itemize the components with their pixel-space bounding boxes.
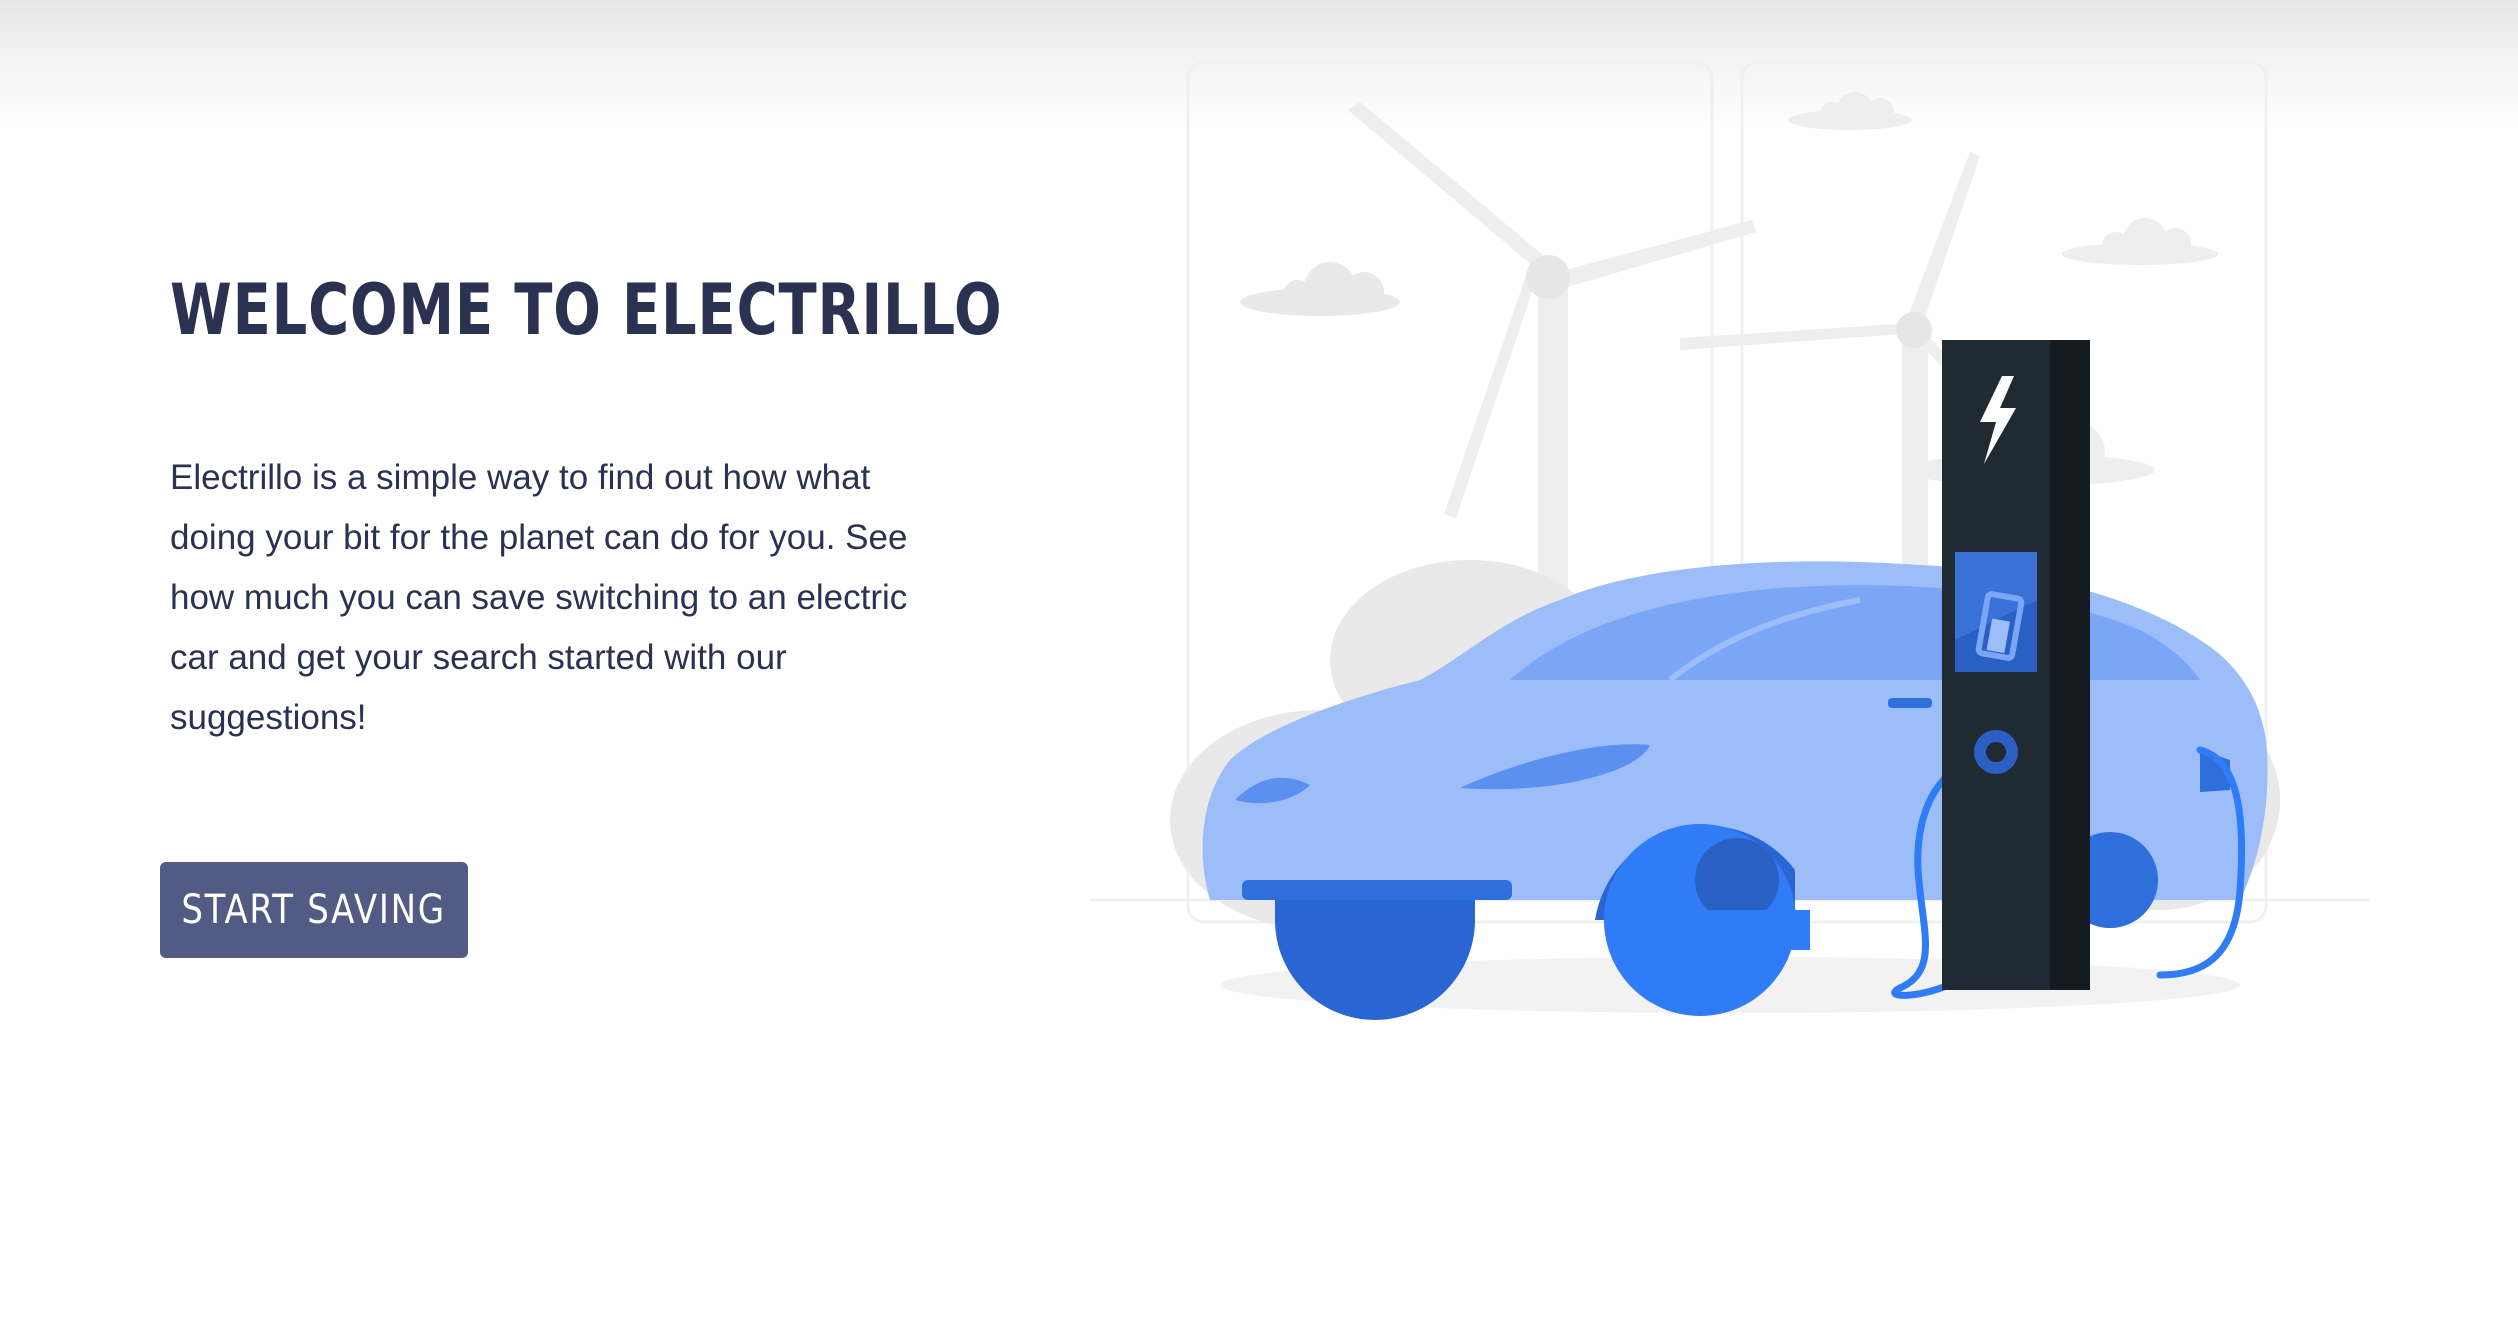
hero-title: WELCOME TO ELECTRILLO <box>170 269 1003 351</box>
hero-description: Electrillo is a simple way to find out h… <box>170 458 908 737</box>
cloud-icon <box>1788 92 1912 130</box>
start-saving-label: START SAVING <box>181 887 447 933</box>
cloud-icon <box>1240 262 1400 316</box>
charging-station-icon <box>1942 340 2090 990</box>
electric-car-charging-illustration <box>1090 60 2370 1020</box>
cloud-icon <box>2062 218 2218 265</box>
landing-page: WELCOME TO ELECTRILLO Electrillo is a si… <box>0 0 2518 1318</box>
start-saving-button[interactable]: START SAVING <box>160 862 468 958</box>
